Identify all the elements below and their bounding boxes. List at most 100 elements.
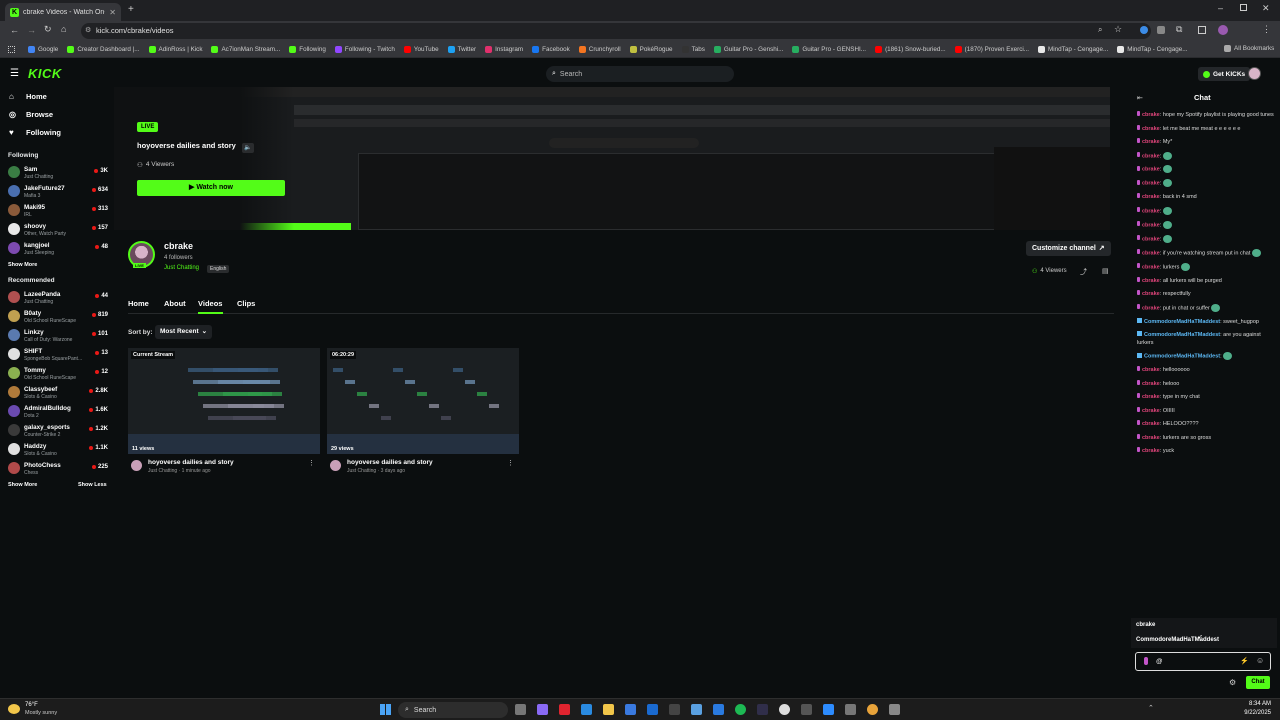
capcut-icon[interactable] [669, 704, 680, 715]
sidebar-channel[interactable]: PhotoChess Chess 225 [0, 459, 112, 478]
show-more-following-button[interactable]: Show More [0, 258, 112, 272]
category-link[interactable]: Just Chatting [164, 265, 199, 271]
forward-icon[interactable]: → [27, 25, 36, 35]
chat-username[interactable]: cbrake [1142, 194, 1160, 200]
store-icon[interactable] [625, 704, 636, 715]
tab-home[interactable]: Home [128, 299, 149, 308]
chat-username[interactable]: cbrake [1142, 250, 1160, 256]
sidebar-channel[interactable]: Classybeef Slots & Casino 2.8K [0, 383, 112, 402]
chat-username[interactable]: cbrake [1142, 208, 1160, 214]
settings-icon[interactable] [889, 704, 900, 715]
chat-settings-icon[interactable]: ⚙ [1229, 678, 1236, 687]
extensions-puzzle-icon[interactable]: ⧉ [1176, 24, 1182, 35]
zoom-icon[interactable] [823, 704, 834, 715]
nav-following[interactable]: ♥ Following [0, 123, 112, 141]
bookmark-item[interactable]: Google [28, 45, 58, 53]
home-icon[interactable]: ⌂ [61, 24, 66, 34]
chat-username[interactable]: cbrake [1142, 153, 1160, 159]
minimize-icon[interactable]: – [1218, 3, 1223, 13]
opera-icon[interactable] [559, 704, 570, 715]
bookmark-star-icon[interactable]: ☆ [1114, 24, 1122, 35]
chat-username[interactable]: cbrake [1142, 264, 1160, 270]
close-window-icon[interactable]: ✕ [1262, 3, 1270, 14]
sidebar-channel[interactable]: shoovy Other, Watch Party 157 [0, 220, 112, 239]
options-icon[interactable]: ▤ [1102, 267, 1109, 275]
terminal-icon[interactable] [801, 704, 812, 715]
sidebar-channel[interactable]: galaxy_esports Counter-Strike 2 1.2K [0, 421, 112, 440]
mention-suggestion[interactable]: cbrake [1131, 618, 1277, 633]
bookmark-item[interactable]: Ac7ionMan Stream... [211, 45, 280, 53]
nav-home[interactable]: ⌂ Home [0, 87, 112, 105]
sort-dropdown[interactable]: Most Recent ⌄ [155, 325, 213, 339]
chat-username[interactable]: cbrake [1142, 421, 1160, 427]
video-thumbnail[interactable]: 06:20:29 29 views [327, 348, 519, 454]
bookmark-item[interactable]: Following - Twitch [334, 45, 395, 53]
bookmark-item[interactable]: MindTap - Cengage... [1038, 45, 1108, 53]
weather-icon[interactable] [8, 704, 20, 714]
sidepanel-icon[interactable] [1198, 26, 1206, 34]
sidebar-channel[interactable]: SHIFT SpongeBob SquarePant... 13 [0, 345, 112, 364]
bookmark-item[interactable]: Twitter [447, 45, 476, 53]
mute-icon[interactable]: 🔈 [242, 143, 254, 153]
reload-icon[interactable]: ↻ [44, 24, 52, 35]
chat-username[interactable]: cbrake [1142, 367, 1160, 373]
chat-username[interactable]: CommodoreMadHaTMaddest [1144, 354, 1220, 360]
emoji-icon[interactable]: ☺ [1256, 656, 1264, 665]
outlook-icon[interactable] [647, 704, 658, 715]
chat-input[interactable]: @ ⚡ ☺ [1135, 652, 1271, 671]
sidebar-channel[interactable]: Haddzy Slots & Casino 1.1K [0, 440, 112, 459]
collapse-chat-icon[interactable]: ⇤ [1137, 94, 1143, 102]
site-info-icon[interactable]: ⚙ [85, 23, 91, 39]
browser-menu-icon[interactable]: ⋮ [1262, 24, 1271, 35]
tab-videos[interactable]: Videos [198, 299, 222, 308]
chat-username[interactable]: cbrake [1142, 381, 1160, 387]
edge-icon[interactable] [581, 704, 592, 715]
copilot-icon[interactable] [537, 704, 548, 715]
stream-preview-banner[interactable]: LIVE hoyoverse dailies and story 🔈 ⚇ 4 V… [114, 87, 1110, 230]
back-icon[interactable]: ← [10, 25, 19, 35]
bookmark-item[interactable]: Crunchyroll [578, 45, 621, 53]
chat-username[interactable]: cbrake [1142, 126, 1160, 132]
hamburger-menu-icon[interactable]: ☰ [10, 68, 19, 79]
tab-about[interactable]: About [164, 299, 186, 308]
sidebar-channel[interactable]: Linkzy Call of Duty: Warzone 101 [0, 326, 112, 345]
close-tab-icon[interactable]: ✕ [109, 8, 116, 17]
sidebar-channel[interactable]: Maki95 IRL 313 [0, 201, 112, 220]
spotify-icon[interactable] [735, 704, 746, 715]
chrome-icon[interactable] [867, 704, 878, 715]
video-card[interactable]: Current Stream 11 views hoyoverse dailie… [128, 348, 320, 474]
video-thumbnail[interactable]: Current Stream 11 views [128, 348, 320, 454]
profile-avatar[interactable] [1218, 25, 1228, 35]
bookmark-item[interactable]: Creator Dashboard |... [67, 45, 140, 53]
get-kicks-button[interactable]: Get KICKs [1198, 67, 1251, 81]
bookmark-item[interactable]: (1870) Proven Exerci... [954, 45, 1029, 53]
chat-username[interactable]: cbrake [1142, 222, 1160, 228]
mention-suggestion[interactable]: CommodoreMadHaTMaddest [1131, 633, 1277, 648]
chat-username[interactable]: cbrake [1142, 181, 1160, 187]
chat-username[interactable]: cbrake [1142, 236, 1160, 242]
sidebar-channel[interactable]: LazeePanda Just Chatting 44 [0, 288, 112, 307]
chatgpt-icon[interactable] [779, 704, 790, 715]
task-view-icon[interactable] [515, 704, 526, 715]
windows-start-icon[interactable] [380, 704, 391, 715]
chat-username[interactable]: cbrake [1142, 139, 1160, 145]
chat-username[interactable]: cbrake [1142, 167, 1160, 173]
photos-icon[interactable] [691, 704, 702, 715]
all-bookmarks-button[interactable]: All Bookmarks [1224, 45, 1274, 52]
chat-username[interactable]: CommodoreMadHaTMaddest [1144, 319, 1220, 325]
nav-browse[interactable]: ◎ Browse [0, 105, 112, 123]
maximize-icon[interactable] [1240, 4, 1247, 11]
obs-icon[interactable] [757, 704, 768, 715]
address-bar[interactable]: ⚙ kick.com/cbrake/videos [81, 23, 1151, 39]
bookmark-item[interactable]: PokéRogue [629, 45, 673, 53]
extension-2-icon[interactable] [1157, 26, 1165, 34]
chat-send-button[interactable]: Chat [1246, 676, 1270, 689]
chat-username[interactable]: cbrake [1142, 435, 1160, 441]
share-icon[interactable]: ⤴ [1080, 267, 1087, 277]
explorer-icon[interactable] [603, 704, 614, 715]
bookmark-item[interactable]: Tabs [681, 45, 705, 53]
video-title[interactable]: hoyoverse dailies and story [347, 459, 433, 466]
chat-username[interactable]: cbrake [1142, 408, 1160, 414]
search-input[interactable]: ⌕ Search [546, 66, 734, 82]
new-tab-icon[interactable]: + [128, 4, 134, 15]
